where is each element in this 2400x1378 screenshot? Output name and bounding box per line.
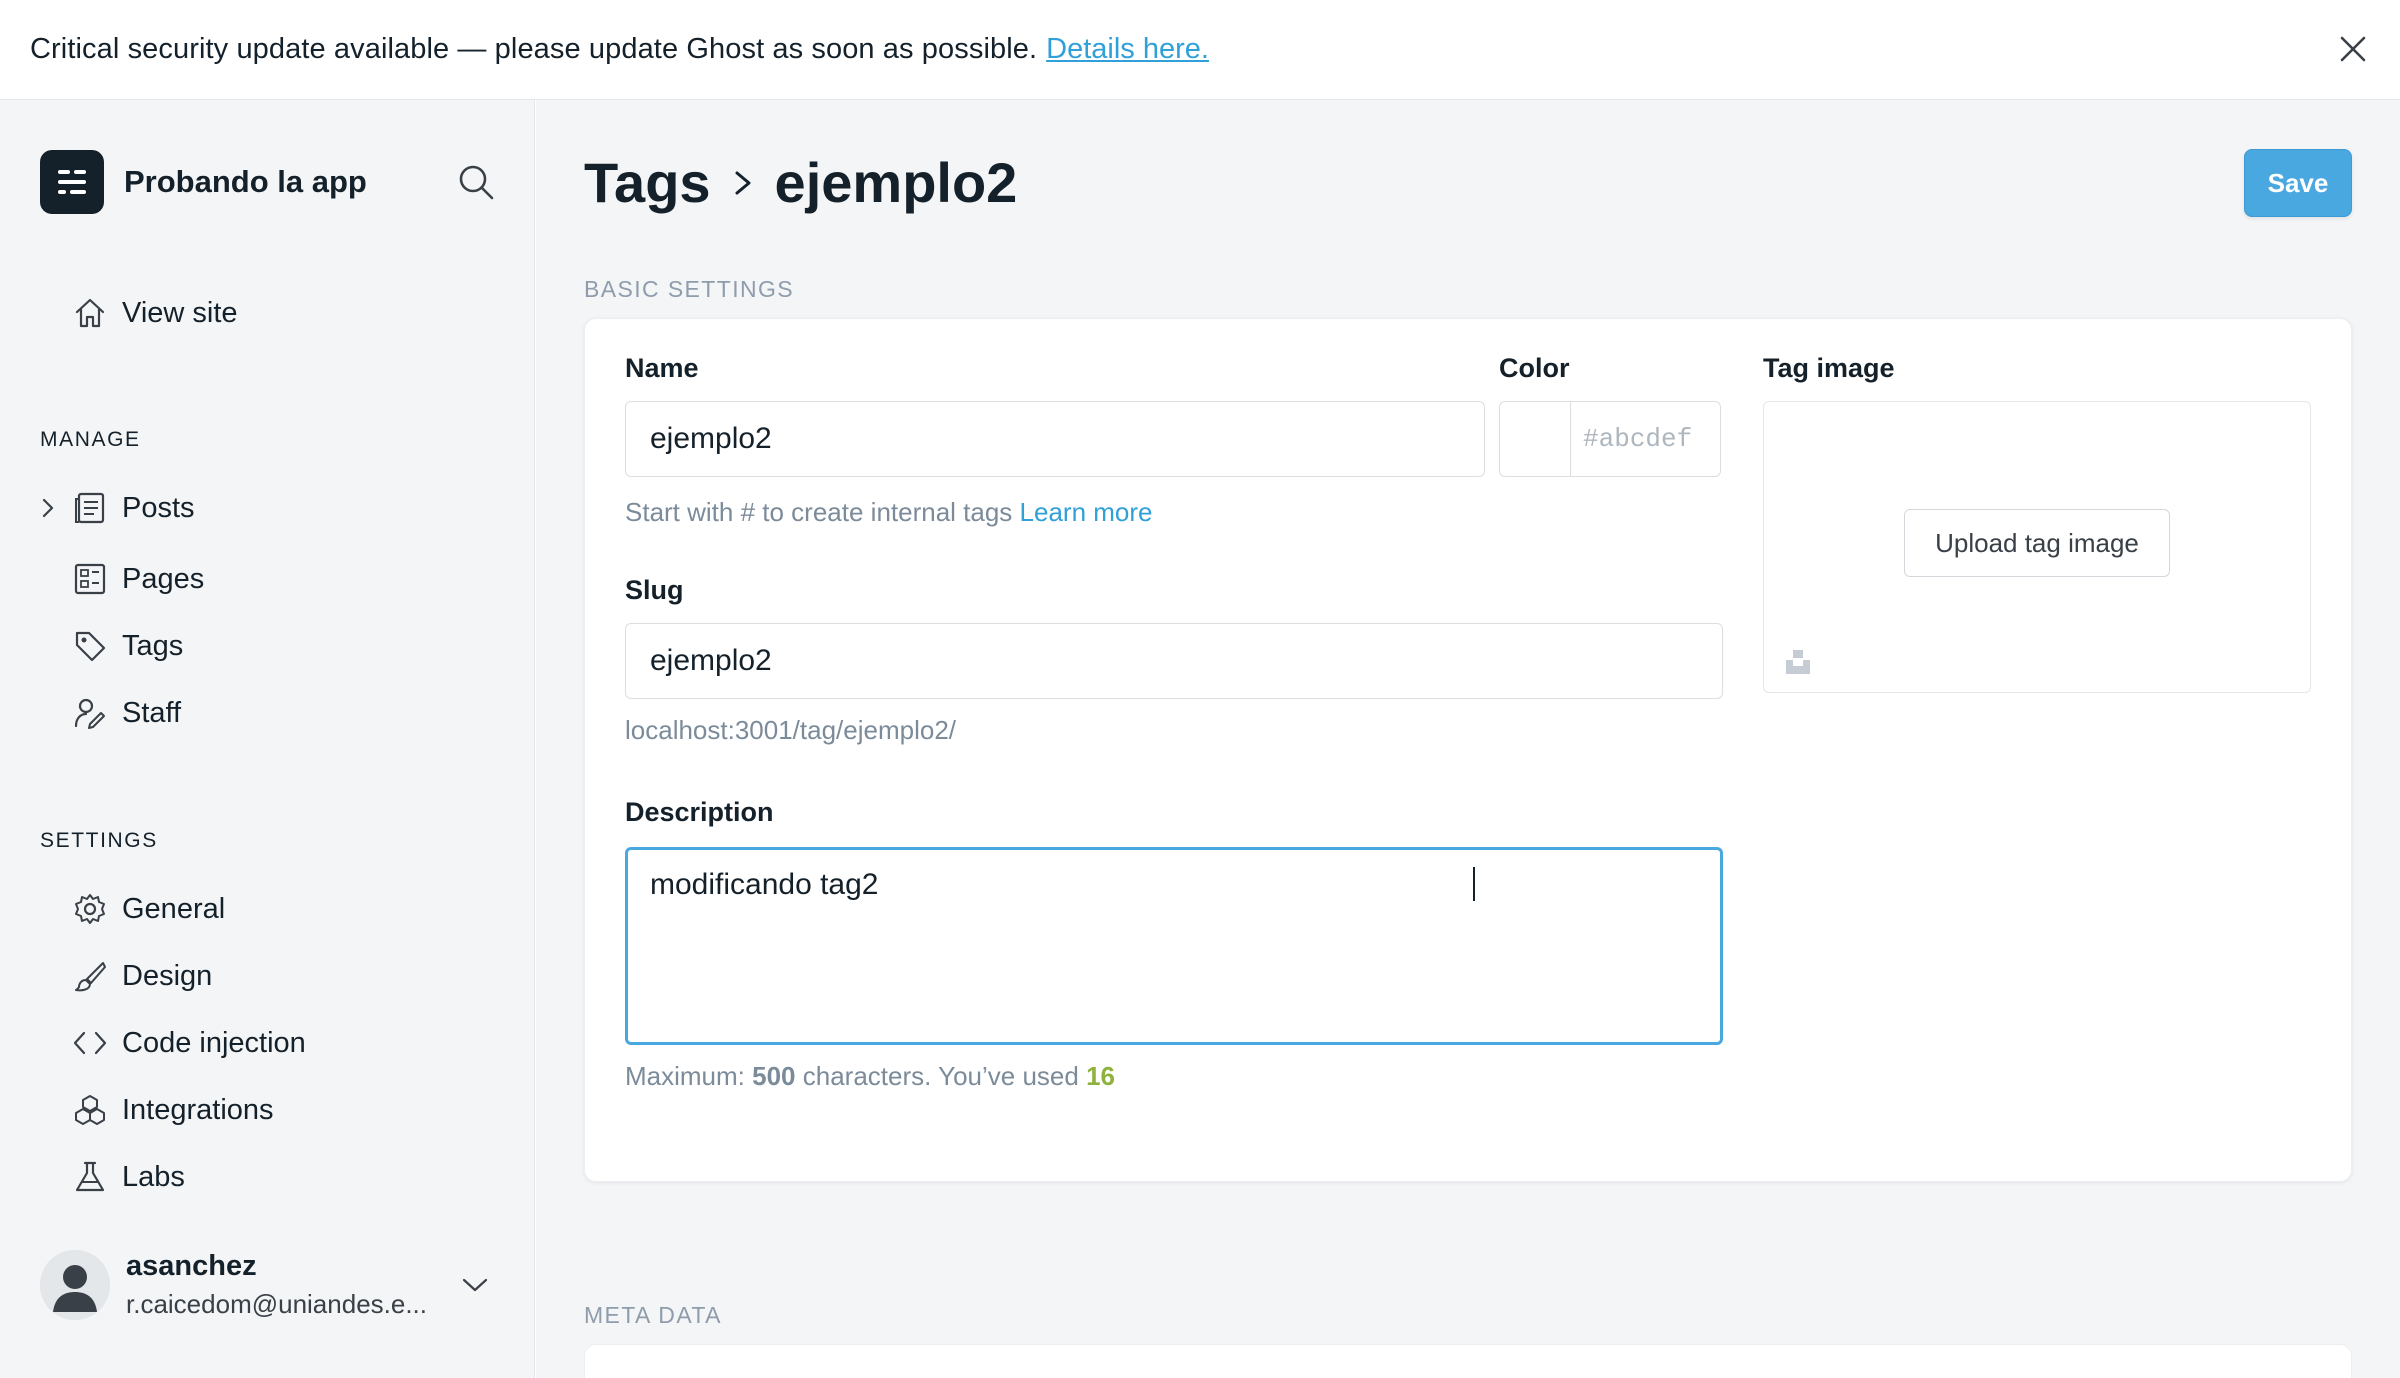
home-icon bbox=[72, 295, 108, 331]
user-name: asanchez bbox=[126, 1250, 257, 1282]
chevron-right-icon[interactable] bbox=[36, 490, 60, 526]
sidebar-item-code-injection[interactable]: Code injection bbox=[72, 1020, 306, 1066]
save-button[interactable]: Save bbox=[2244, 149, 2352, 217]
sidebar-item-tags[interactable]: Tags bbox=[72, 623, 183, 669]
color-label: Color bbox=[1499, 353, 1570, 383]
flask-icon bbox=[72, 1159, 108, 1195]
staff-icon bbox=[72, 695, 108, 731]
brand[interactable]: Probando la app bbox=[40, 150, 367, 214]
sidebar-item-label: Tags bbox=[122, 629, 184, 662]
integrations-icon bbox=[72, 1092, 108, 1128]
sidebar-item-pages[interactable]: Pages bbox=[72, 556, 204, 602]
name-input[interactable] bbox=[625, 401, 1485, 477]
sidebar-item-design[interactable]: Design bbox=[72, 953, 212, 999]
sidebar-item-integrations[interactable]: Integrations bbox=[72, 1087, 274, 1133]
brush-icon bbox=[72, 958, 108, 994]
meta-data-heading: META DATA bbox=[584, 1302, 722, 1328]
slug-label: Slug bbox=[625, 575, 684, 605]
search-icon[interactable] bbox=[456, 162, 496, 202]
posts-icon bbox=[72, 490, 108, 526]
upload-tag-image-button[interactable]: Upload tag image bbox=[1904, 509, 2170, 577]
sidebar-item-label: Staff bbox=[122, 696, 182, 729]
manage-heading: MANAGE bbox=[40, 428, 141, 451]
sidebar-item-label: Code injection bbox=[122, 1026, 306, 1059]
color-prefix: # bbox=[1583, 424, 1599, 454]
settings-heading: SETTINGS bbox=[40, 829, 158, 852]
slug-url: localhost:3001/tag/ejemplo2/ bbox=[625, 715, 957, 745]
tag-icon bbox=[72, 628, 108, 664]
sidebar-item-posts[interactable]: Posts bbox=[72, 485, 195, 531]
color-placeholder: abcdef bbox=[1598, 424, 1693, 454]
chevron-right-icon bbox=[723, 158, 763, 208]
sidebar-item-general[interactable]: General bbox=[72, 886, 225, 932]
sidebar-item-label: Labs bbox=[122, 1160, 185, 1193]
tag-image-label: Tag image bbox=[1763, 353, 1895, 383]
site-logo-icon bbox=[40, 150, 104, 214]
unsplash-icon[interactable] bbox=[1784, 648, 1812, 676]
user-email: r.caicedom@uniandes.e... bbox=[126, 1289, 428, 1319]
desc-hint-mid: characters. You’ve used bbox=[802, 1061, 1079, 1091]
user-menu[interactable]: asanchez r.caicedom@uniandes.e... bbox=[40, 1250, 500, 1320]
sidebar-item-staff[interactable]: Staff bbox=[72, 690, 181, 736]
sidebar-item-label: Integrations bbox=[122, 1093, 274, 1126]
sidebar-item-label: Pages bbox=[122, 562, 205, 595]
description-label: Description bbox=[625, 797, 774, 827]
chevron-down-icon[interactable] bbox=[460, 1272, 490, 1298]
desc-max: 500 bbox=[752, 1061, 796, 1091]
desc-hint-prefix: Maximum: bbox=[625, 1061, 745, 1091]
main-content: Tags ejemplo2 Save BASIC SETTINGS Name S… bbox=[536, 100, 2400, 1378]
sidebar: Probando la app View site MANAGE Posts P… bbox=[0, 100, 535, 1378]
user-info: asanchez r.caicedom@uniandes.e... bbox=[126, 1250, 427, 1320]
security-alert-banner: Critical security update available — ple… bbox=[0, 0, 2400, 100]
color-field[interactable]: # abcdef bbox=[1570, 401, 1721, 477]
description-hint: Maximum: 500 characters. You’ve used 16 bbox=[625, 1061, 1115, 1092]
breadcrumb-tags-link[interactable]: Tags bbox=[584, 150, 711, 215]
name-label: Name bbox=[625, 353, 699, 383]
close-icon[interactable] bbox=[2336, 32, 2370, 66]
desc-used-count: 16 bbox=[1086, 1061, 1115, 1091]
color-swatch[interactable] bbox=[1499, 401, 1571, 477]
nav-view-site-label: View site bbox=[122, 296, 238, 329]
name-hint: Start with # to create internal tags Lea… bbox=[625, 497, 1153, 528]
basic-settings-heading: BASIC SETTINGS bbox=[584, 276, 795, 302]
alert-message: Critical security update available — ple… bbox=[30, 33, 1038, 65]
page-title: ejemplo2 bbox=[774, 151, 1018, 214]
avatar bbox=[40, 1250, 110, 1320]
name-hint-text: Start with # to create internal tags bbox=[625, 497, 1013, 527]
gear-icon bbox=[72, 891, 108, 927]
learn-more-link[interactable]: Learn more bbox=[1020, 497, 1153, 527]
alert-details-link[interactable]: Details here. bbox=[1046, 33, 1209, 66]
tag-image-uploader: Upload tag image bbox=[1763, 401, 2311, 693]
sidebar-item-label: Posts bbox=[122, 491, 195, 524]
site-name: Probando la app bbox=[124, 164, 367, 199]
slug-input[interactable] bbox=[625, 623, 1723, 699]
nav-view-site[interactable]: View site bbox=[72, 290, 238, 336]
text-caret bbox=[1473, 867, 1475, 901]
code-icon bbox=[72, 1025, 108, 1061]
pages-icon bbox=[72, 561, 108, 597]
breadcrumb: Tags ejemplo2 bbox=[584, 150, 1017, 215]
basic-settings-card: Name Start with # to create internal tag… bbox=[584, 318, 2352, 1182]
sidebar-item-label: General bbox=[122, 892, 226, 925]
meta-data-card bbox=[584, 1344, 2352, 1378]
sidebar-item-label: Design bbox=[122, 959, 213, 992]
description-textarea[interactable]: modificando tag2 bbox=[625, 847, 1723, 1045]
sidebar-item-labs[interactable]: Labs bbox=[72, 1154, 185, 1200]
